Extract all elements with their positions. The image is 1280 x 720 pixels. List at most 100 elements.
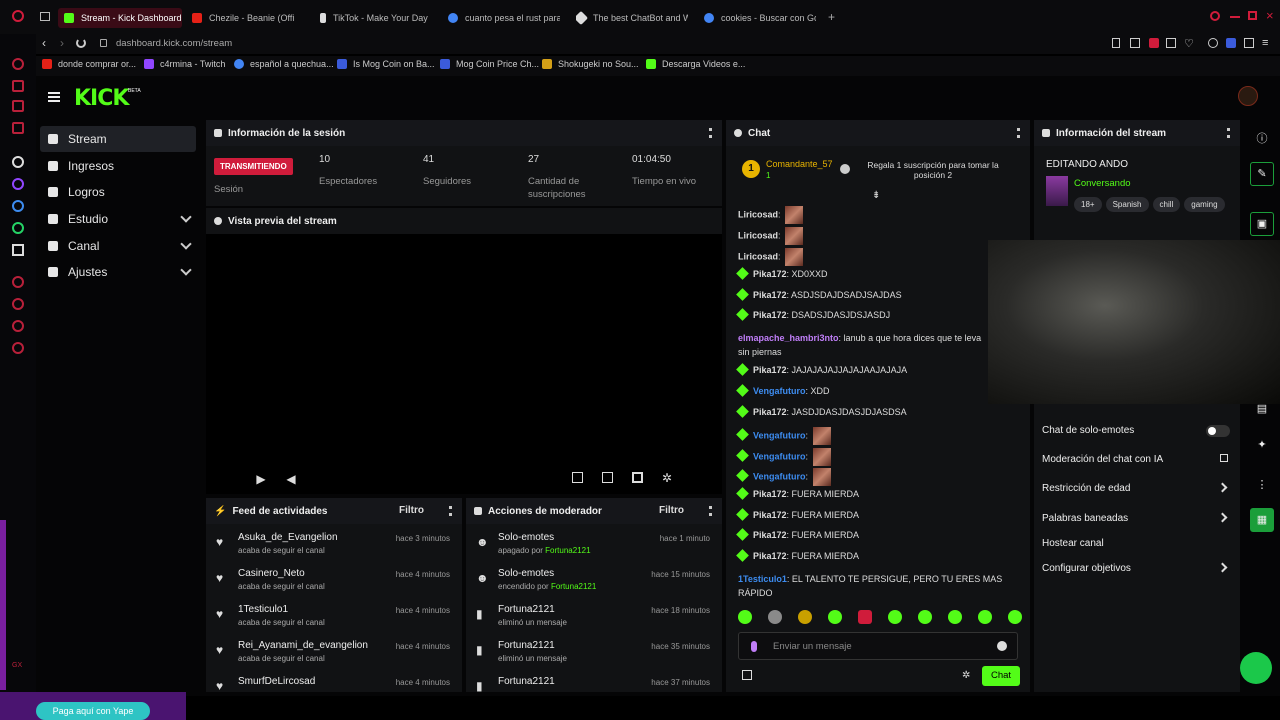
chat-username[interactable]: Pika172 bbox=[753, 510, 787, 520]
more-options-icon[interactable] bbox=[1017, 128, 1020, 138]
emote-icon[interactable] bbox=[738, 610, 752, 624]
headset-support-icon[interactable] bbox=[1240, 652, 1272, 684]
gear-icon[interactable]: ✲ bbox=[660, 471, 674, 485]
pip-icon[interactable] bbox=[572, 472, 583, 483]
tab-manager-icon[interactable] bbox=[40, 12, 50, 21]
chat-username[interactable]: Vengafuturo bbox=[753, 471, 806, 481]
settings-icon[interactable] bbox=[12, 342, 24, 354]
chat-username[interactable]: elmapache_hambri3nto bbox=[738, 333, 839, 343]
chat-username[interactable]: Liricosad bbox=[738, 230, 778, 240]
download-icon[interactable] bbox=[12, 298, 24, 310]
clock-icon[interactable] bbox=[12, 276, 24, 288]
setting-age-restriction[interactable]: Restricción de edad bbox=[1042, 483, 1130, 494]
twitch-icon[interactable] bbox=[12, 178, 24, 190]
external-link-icon[interactable] bbox=[1220, 454, 1228, 462]
more-options-icon[interactable] bbox=[1227, 128, 1230, 138]
gift-icon[interactable] bbox=[742, 670, 752, 680]
mute-icon[interactable]: ◀ bbox=[284, 472, 298, 486]
filter-button[interactable]: Filtro bbox=[399, 505, 424, 516]
emote-icon[interactable] bbox=[1008, 610, 1022, 624]
setting-banned-words[interactable]: Palabras baneadas bbox=[1042, 513, 1128, 524]
sidebar-item-ajustes[interactable]: Ajustes bbox=[40, 259, 196, 285]
send-chat-button[interactable]: Chat bbox=[982, 666, 1020, 686]
chevron-right-icon[interactable] bbox=[1217, 562, 1228, 573]
emote-icon[interactable] bbox=[828, 610, 842, 624]
chat-settings-icon[interactable]: ✲ bbox=[962, 670, 970, 681]
extensions-icon[interactable] bbox=[1208, 38, 1218, 48]
bookmark-icon[interactable] bbox=[1112, 38, 1120, 48]
whatsapp-icon[interactable] bbox=[12, 222, 24, 234]
emote-icon[interactable] bbox=[948, 610, 962, 624]
minimize-icon[interactable] bbox=[1230, 16, 1240, 18]
bookmark-item[interactable]: Is Mog Coin on Ba... bbox=[337, 59, 435, 69]
player-icon[interactable] bbox=[12, 122, 24, 134]
extensions-icon[interactable] bbox=[12, 320, 24, 332]
emote-icon[interactable] bbox=[768, 610, 782, 624]
category-link[interactable]: Conversando bbox=[1074, 178, 1131, 189]
chat-input[interactable]: Enviar un mensaje bbox=[738, 632, 1018, 660]
scroll-down-icon[interactable]: ⇟ bbox=[872, 190, 880, 201]
pinned-user[interactable]: Comandante_57 bbox=[766, 159, 833, 169]
heart-icon[interactable]: ♡ bbox=[1184, 37, 1194, 50]
menu-icon[interactable]: ≡ bbox=[1262, 37, 1268, 49]
theater-icon[interactable] bbox=[602, 472, 613, 483]
emote-only-toggle[interactable] bbox=[1206, 425, 1230, 437]
more-options-icon[interactable] bbox=[709, 506, 712, 516]
chat-username[interactable]: Pika172 bbox=[753, 290, 787, 300]
sidebar-item-estudio[interactable]: Estudio bbox=[40, 206, 196, 232]
clip-icon[interactable]: ▣ bbox=[1250, 212, 1274, 236]
microphone-icon[interactable] bbox=[751, 641, 757, 652]
emote-icon[interactable] bbox=[858, 610, 872, 624]
history-icon[interactable] bbox=[12, 58, 24, 70]
bookmark-item[interactable]: Mog Coin Price Ch... bbox=[440, 59, 539, 69]
reload-icon[interactable] bbox=[76, 38, 86, 48]
back-icon[interactable]: ‹ bbox=[42, 36, 46, 50]
tab-google-rust[interactable]: cuanto pesa el rust para p bbox=[448, 8, 560, 28]
vpn-icon[interactable] bbox=[1166, 38, 1176, 48]
chat-username[interactable]: Pika172 bbox=[753, 269, 787, 279]
info-icon[interactable]: ⓘ bbox=[1250, 128, 1274, 152]
tab-tiktok[interactable]: TikTok - Make Your Day bbox=[320, 8, 432, 28]
chat-username[interactable]: Vengafuturo bbox=[753, 386, 806, 396]
messenger-icon[interactable] bbox=[12, 200, 24, 212]
new-tab-icon[interactable]: + bbox=[828, 10, 835, 24]
chat-username[interactable]: Pika172 bbox=[753, 407, 787, 417]
tab-youtube[interactable]: Chezile - Beanie (Offi bbox=[192, 8, 304, 28]
emote-icon[interactable] bbox=[888, 610, 902, 624]
avatar[interactable] bbox=[1238, 86, 1258, 106]
snapshot-icon[interactable] bbox=[1130, 38, 1140, 48]
emote-icon[interactable] bbox=[918, 610, 932, 624]
url-field[interactable]: dashboard.kick.com/stream bbox=[116, 38, 232, 49]
opera-logo-icon[interactable] bbox=[12, 10, 24, 22]
more-options-icon[interactable]: ⋮ bbox=[1250, 474, 1274, 498]
chat-username[interactable]: Vengafuturo bbox=[753, 430, 806, 440]
emote-icon[interactable] bbox=[978, 610, 992, 624]
chat-username[interactable]: Liricosad bbox=[738, 209, 778, 219]
hamburger-menu-icon[interactable] bbox=[48, 92, 60, 94]
setting-host-channel[interactable]: Hostear canal bbox=[1042, 538, 1104, 549]
forward-icon[interactable]: › bbox=[60, 36, 64, 50]
search-icon[interactable] bbox=[1210, 11, 1220, 21]
chat-username[interactable]: Pika172 bbox=[753, 365, 787, 375]
x-icon[interactable] bbox=[12, 244, 24, 256]
more-options-icon[interactable] bbox=[449, 506, 452, 516]
messenger-icon[interactable] bbox=[12, 100, 24, 112]
sidebar-item-stream[interactable]: Stream bbox=[40, 126, 196, 152]
bookmark-item[interactable]: donde comprar or... bbox=[42, 59, 136, 69]
setting-goals[interactable]: Configurar objetivos bbox=[1042, 563, 1131, 574]
filter-button[interactable]: Filtro bbox=[659, 505, 684, 516]
tab-google-cookies[interactable]: cookies - Buscar con Goo bbox=[704, 8, 816, 28]
tab-kick-dashboard[interactable]: Stream - Kick Dashboard bbox=[58, 8, 182, 28]
edit-icon[interactable]: ✎ bbox=[1250, 162, 1274, 186]
emoji-picker-icon[interactable] bbox=[997, 641, 1007, 651]
chevron-right-icon[interactable] bbox=[1217, 512, 1228, 523]
emote-icon[interactable] bbox=[798, 610, 812, 624]
more-options-icon[interactable] bbox=[709, 128, 712, 138]
bookmark-item[interactable]: español a quechua... bbox=[234, 59, 334, 69]
sidebar-item-logros[interactable]: Logros bbox=[40, 179, 196, 205]
maximize-icon[interactable] bbox=[1248, 11, 1257, 20]
chat-username[interactable]: 1Testiculo1 bbox=[738, 574, 787, 584]
chat-username[interactable]: Pika172 bbox=[753, 489, 787, 499]
bookmark-item[interactable]: Shokugeki no Sou... bbox=[542, 59, 639, 69]
chat-username[interactable]: Pika172 bbox=[753, 310, 787, 320]
